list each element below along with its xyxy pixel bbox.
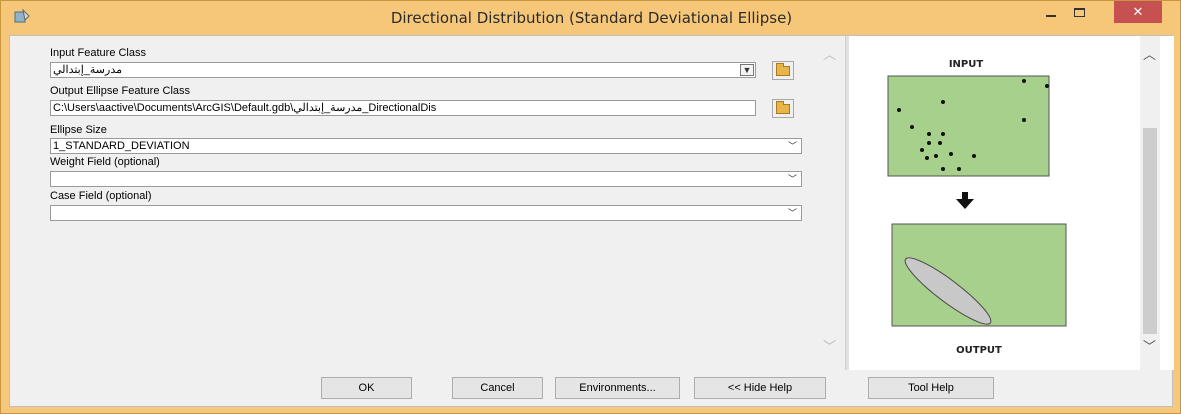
input-feature-class-combo[interactable]: مدرسة_إبتدالي ▼ [50, 62, 756, 78]
tool-dialog-window: Directional Distribution (Standard Devia… [0, 0, 1181, 414]
minimize-button[interactable] [1037, 1, 1065, 23]
help-pane: INPUT OUTPUT [849, 36, 1174, 370]
title-bar[interactable]: Directional Distribution (Standard Devia… [1, 1, 1180, 35]
close-icon: ✕ [1132, 4, 1144, 20]
dialog-client-area: Input Feature Class مدرسة_إبتدالي ▼ Outp… [9, 35, 1174, 407]
folder-icon [776, 100, 790, 114]
scroll-down-icon[interactable]: ﹀ [823, 336, 836, 355]
ok-button[interactable]: OK [321, 377, 412, 399]
parameters-pane: Input Feature Class مدرسة_إبتدالي ▼ Outp… [10, 36, 847, 370]
ellipse-size-label: Ellipse Size [50, 124, 107, 136]
chevron-down-icon[interactable]: ﹀ [784, 139, 801, 153]
environments-button[interactable]: Environments... [555, 377, 680, 399]
output-feature-class-label: Output Ellipse Feature Class [50, 85, 191, 97]
case-field-combo[interactable]: ﹀ [50, 205, 802, 221]
help-scrollbar[interactable]: ︿ ﹀ [1140, 36, 1160, 370]
maximize-button[interactable] [1065, 1, 1093, 23]
output-feature-class-value: C:\Users\aactive\Documents\ArcGIS\Defaul… [53, 102, 437, 114]
parameters-scrollbar[interactable]: ︿ ﹀ [820, 36, 840, 370]
tool-help-button[interactable]: Tool Help [868, 377, 994, 399]
window-title: Directional Distribution (Standard Devia… [390, 9, 793, 27]
maximize-icon [1073, 7, 1085, 17]
chevron-down-icon[interactable]: ▼ [740, 64, 754, 76]
input-caption: INPUT [949, 59, 984, 70]
input-browse-button[interactable] [772, 61, 794, 80]
weight-field-label: Weight Field (optional) [50, 156, 160, 168]
input-feature-class-label: Input Feature Class [50, 47, 146, 59]
scroll-down-icon[interactable]: ﹀ [1143, 336, 1156, 355]
input-feature-class-value: مدرسة_إبتدالي [53, 64, 122, 76]
folder-icon [776, 62, 790, 76]
close-button[interactable]: ✕ [1114, 1, 1162, 23]
output-caption: OUTPUT [956, 345, 1002, 356]
hide-help-button[interactable]: << Hide Help [694, 377, 826, 399]
case-field-label: Case Field (optional) [50, 190, 152, 202]
scroll-up-icon[interactable]: ︿ [1143, 44, 1156, 63]
cancel-button[interactable]: Cancel [452, 377, 543, 399]
scroll-up-icon[interactable]: ︿ [823, 44, 836, 63]
ellipse-size-combo[interactable]: 1_STANDARD_DEVIATION ﹀ [50, 138, 802, 154]
weight-field-combo[interactable]: ﹀ [50, 171, 802, 187]
chevron-down-icon[interactable]: ﹀ [784, 206, 801, 220]
scroll-thumb[interactable] [1143, 128, 1157, 334]
chevron-down-icon[interactable]: ﹀ [784, 172, 801, 186]
ellipse-size-value: 1_STANDARD_DEVIATION [53, 140, 190, 152]
down-arrow-icon [956, 192, 974, 209]
output-browse-button[interactable] [772, 99, 794, 118]
output-feature-class-input[interactable]: C:\Users\aactive\Documents\ArcGIS\Defaul… [50, 100, 756, 116]
minimize-icon [1046, 15, 1056, 17]
tool-illustration: INPUT OUTPUT [887, 59, 1067, 356]
